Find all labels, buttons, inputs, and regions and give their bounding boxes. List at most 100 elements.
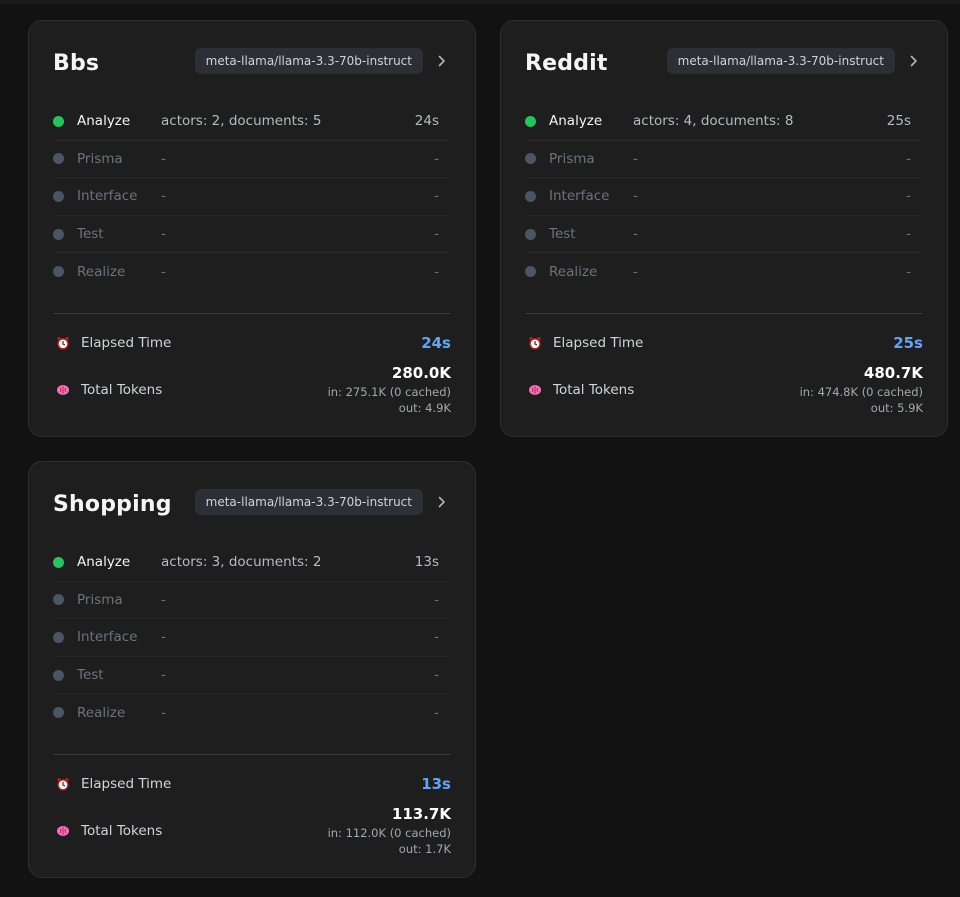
tokens-in: in: 275.1K (0 cached) — [327, 384, 451, 399]
tokens-in: in: 474.8K (0 cached) — [799, 384, 923, 399]
brain-icon — [56, 383, 70, 397]
total-tokens-label: Total Tokens — [81, 822, 163, 839]
project-card-bbs: Bbs meta-llama/llama-3.3-70b-instruct An… — [28, 20, 476, 437]
status-dot — [53, 115, 64, 127]
stage-name: Test — [549, 226, 576, 243]
stage-name: Test — [77, 226, 104, 243]
total-tokens-label: Total Tokens — [553, 381, 635, 398]
card-header: Reddit meta-llama/llama-3.3-70b-instruct — [525, 21, 923, 103]
stage-name: Realize — [77, 263, 126, 280]
status-dot — [53, 228, 64, 240]
stage-list: Analyze actors: 2, documents: 5 24s Pris… — [53, 103, 451, 290]
total-tokens-label-group: Total Tokens — [53, 382, 162, 398]
card-header-right: meta-llama/llama-3.3-70b-instruct — [194, 489, 451, 515]
chevron-right-icon[interactable] — [905, 52, 923, 70]
status-dot — [53, 631, 64, 643]
stage-row-analyze: Analyze actors: 2, documents: 5 24s — [53, 103, 451, 141]
elapsed-time-label: Elapsed Time — [553, 334, 644, 351]
stage-detail: actors: 2, documents: 5 — [161, 113, 322, 130]
stage-time: - — [434, 263, 439, 280]
tokens-out: out: 5.9K — [870, 400, 923, 415]
stage-detail: - — [633, 150, 638, 167]
chevron-right-icon[interactable] — [433, 493, 451, 511]
project-card-reddit: Reddit meta-llama/llama-3.3-70b-instruct… — [500, 20, 948, 437]
stage-row-test: Test - - — [525, 216, 923, 254]
stage-row-realize: Realize - - — [53, 694, 451, 731]
stage-time: - — [906, 188, 911, 205]
elapsed-time-value: 25s — [893, 333, 923, 352]
status-dot — [525, 266, 536, 278]
stage-detail: actors: 3, documents: 2 — [161, 554, 322, 571]
stage-time: - — [906, 150, 911, 167]
stage-name: Interface — [77, 188, 138, 205]
status-dot — [53, 669, 64, 681]
stage-row-realize: Realize - - — [525, 253, 923, 290]
elapsed-time-value: 24s — [421, 333, 451, 352]
stage-row-realize: Realize - - — [53, 253, 451, 290]
stage-time: - — [906, 226, 911, 243]
model-badge[interactable]: meta-llama/llama-3.3-70b-instruct — [194, 489, 423, 515]
stage-row-prisma: Prisma - - — [525, 141, 923, 179]
stage-detail: actors: 4, documents: 8 — [633, 113, 794, 130]
stage-row-test: Test - - — [53, 657, 451, 695]
tokens-total: 480.7K — [863, 363, 923, 382]
card-title: Bbs — [53, 50, 100, 76]
total-tokens-row: Total Tokens 280.0K in: 275.1K (0 cached… — [53, 364, 451, 416]
total-tokens-label-group: Total Tokens — [525, 382, 634, 398]
stage-time: - — [434, 150, 439, 167]
stage-detail: - — [161, 704, 166, 721]
card-title: Reddit — [525, 50, 608, 76]
tokens-out: out: 1.7K — [398, 841, 451, 856]
stage-name: Interface — [77, 629, 138, 646]
total-tokens-row: Total Tokens 480.7K in: 474.8K (0 cached… — [525, 363, 923, 415]
stage-row-prisma: Prisma - - — [53, 582, 451, 620]
stage-detail: - — [161, 188, 166, 205]
stage-time: - — [434, 188, 439, 205]
card-title: Shopping — [53, 491, 172, 517]
model-badge[interactable]: meta-llama/llama-3.3-70b-instruct — [194, 48, 423, 74]
stage-name: Prisma — [549, 150, 595, 167]
total-tokens-label-group: Total Tokens — [53, 823, 162, 839]
status-dot — [525, 115, 536, 127]
status-dot — [53, 594, 64, 606]
status-dot — [53, 707, 64, 719]
stage-time: - — [434, 667, 439, 684]
status-dot — [53, 266, 64, 278]
stage-name: Realize — [77, 704, 126, 721]
stage-name: Realize — [549, 263, 598, 280]
stage-detail: - — [161, 591, 166, 608]
project-grid: Bbs meta-llama/llama-3.3-70b-instruct An… — [28, 20, 948, 878]
stage-detail: - — [633, 188, 638, 205]
stage-detail: - — [633, 226, 638, 243]
stage-row-analyze: Analyze actors: 4, documents: 8 25s — [525, 103, 923, 141]
stage-detail: - — [161, 629, 166, 646]
elapsed-time-label: Elapsed Time — [81, 775, 172, 792]
total-tokens-row: Total Tokens 113.7K in: 112.0K (0 cached… — [53, 805, 451, 857]
card-header: Bbs meta-llama/llama-3.3-70b-instruct — [53, 21, 451, 103]
stage-name: Prisma — [77, 591, 123, 608]
model-badge[interactable]: meta-llama/llama-3.3-70b-instruct — [666, 48, 895, 74]
tokens-total: 280.0K — [391, 363, 451, 382]
elapsed-time-label-group: Elapsed Time — [53, 776, 171, 792]
chevron-right-icon[interactable] — [433, 52, 451, 70]
token-values: 113.7K in: 112.0K (0 cached) out: 1.7K — [328, 805, 451, 857]
stage-row-interface: Interface - - — [525, 178, 923, 216]
brain-icon — [528, 383, 542, 397]
stage-time: - — [434, 591, 439, 608]
stage-list: Analyze actors: 4, documents: 8 25s Pris… — [525, 103, 923, 290]
token-values: 280.0K in: 275.1K (0 cached) out: 4.9K — [328, 364, 451, 416]
stage-name: Test — [77, 667, 104, 684]
stage-name: Analyze — [77, 554, 131, 571]
stage-detail: - — [161, 150, 166, 167]
stage-time: - — [906, 263, 911, 280]
elapsed-time-label: Elapsed Time — [81, 334, 172, 351]
stage-detail: - — [161, 667, 166, 684]
stage-time: - — [434, 704, 439, 721]
total-tokens-label: Total Tokens — [81, 381, 163, 398]
project-card-shopping: Shopping meta-llama/llama-3.3-70b-instru… — [28, 461, 476, 878]
tokens-out: out: 4.9K — [398, 400, 451, 415]
tokens-in: in: 112.0K (0 cached) — [327, 825, 451, 840]
card-header-right: meta-llama/llama-3.3-70b-instruct — [194, 48, 451, 74]
stage-row-interface: Interface - - — [53, 178, 451, 216]
stage-time: - — [434, 226, 439, 243]
